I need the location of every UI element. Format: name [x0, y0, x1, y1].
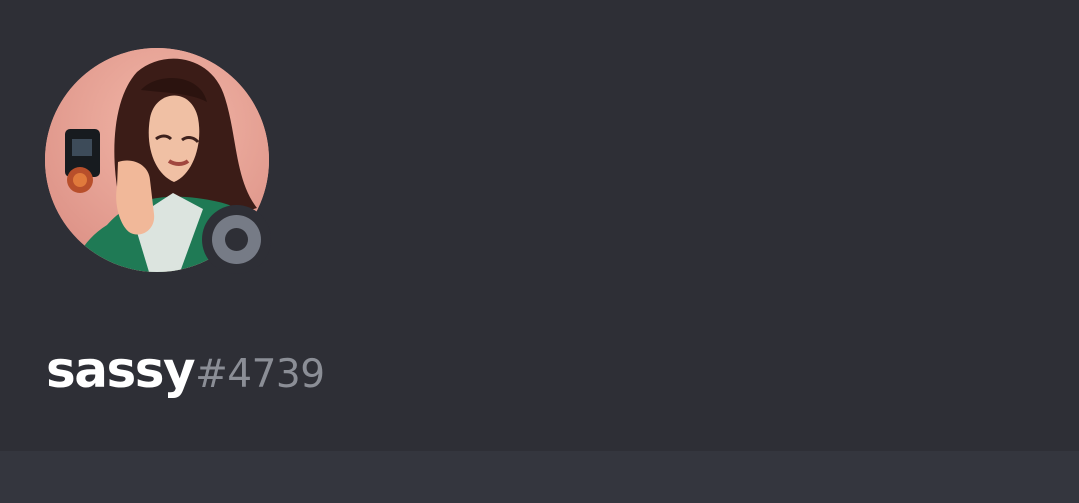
- status-indicator-ring: [202, 205, 271, 274]
- username[interactable]: sassy: [46, 337, 196, 403]
- username-row[interactable]: sassy #4739: [46, 337, 325, 403]
- status-icon-center: [225, 228, 248, 251]
- profile-footer-bar: [0, 451, 1079, 503]
- profile-header: sassy #4739: [0, 0, 1079, 451]
- offline-status-icon: [212, 215, 261, 264]
- avatar-container[interactable]: [45, 48, 271, 274]
- discriminator[interactable]: #4739: [195, 342, 325, 408]
